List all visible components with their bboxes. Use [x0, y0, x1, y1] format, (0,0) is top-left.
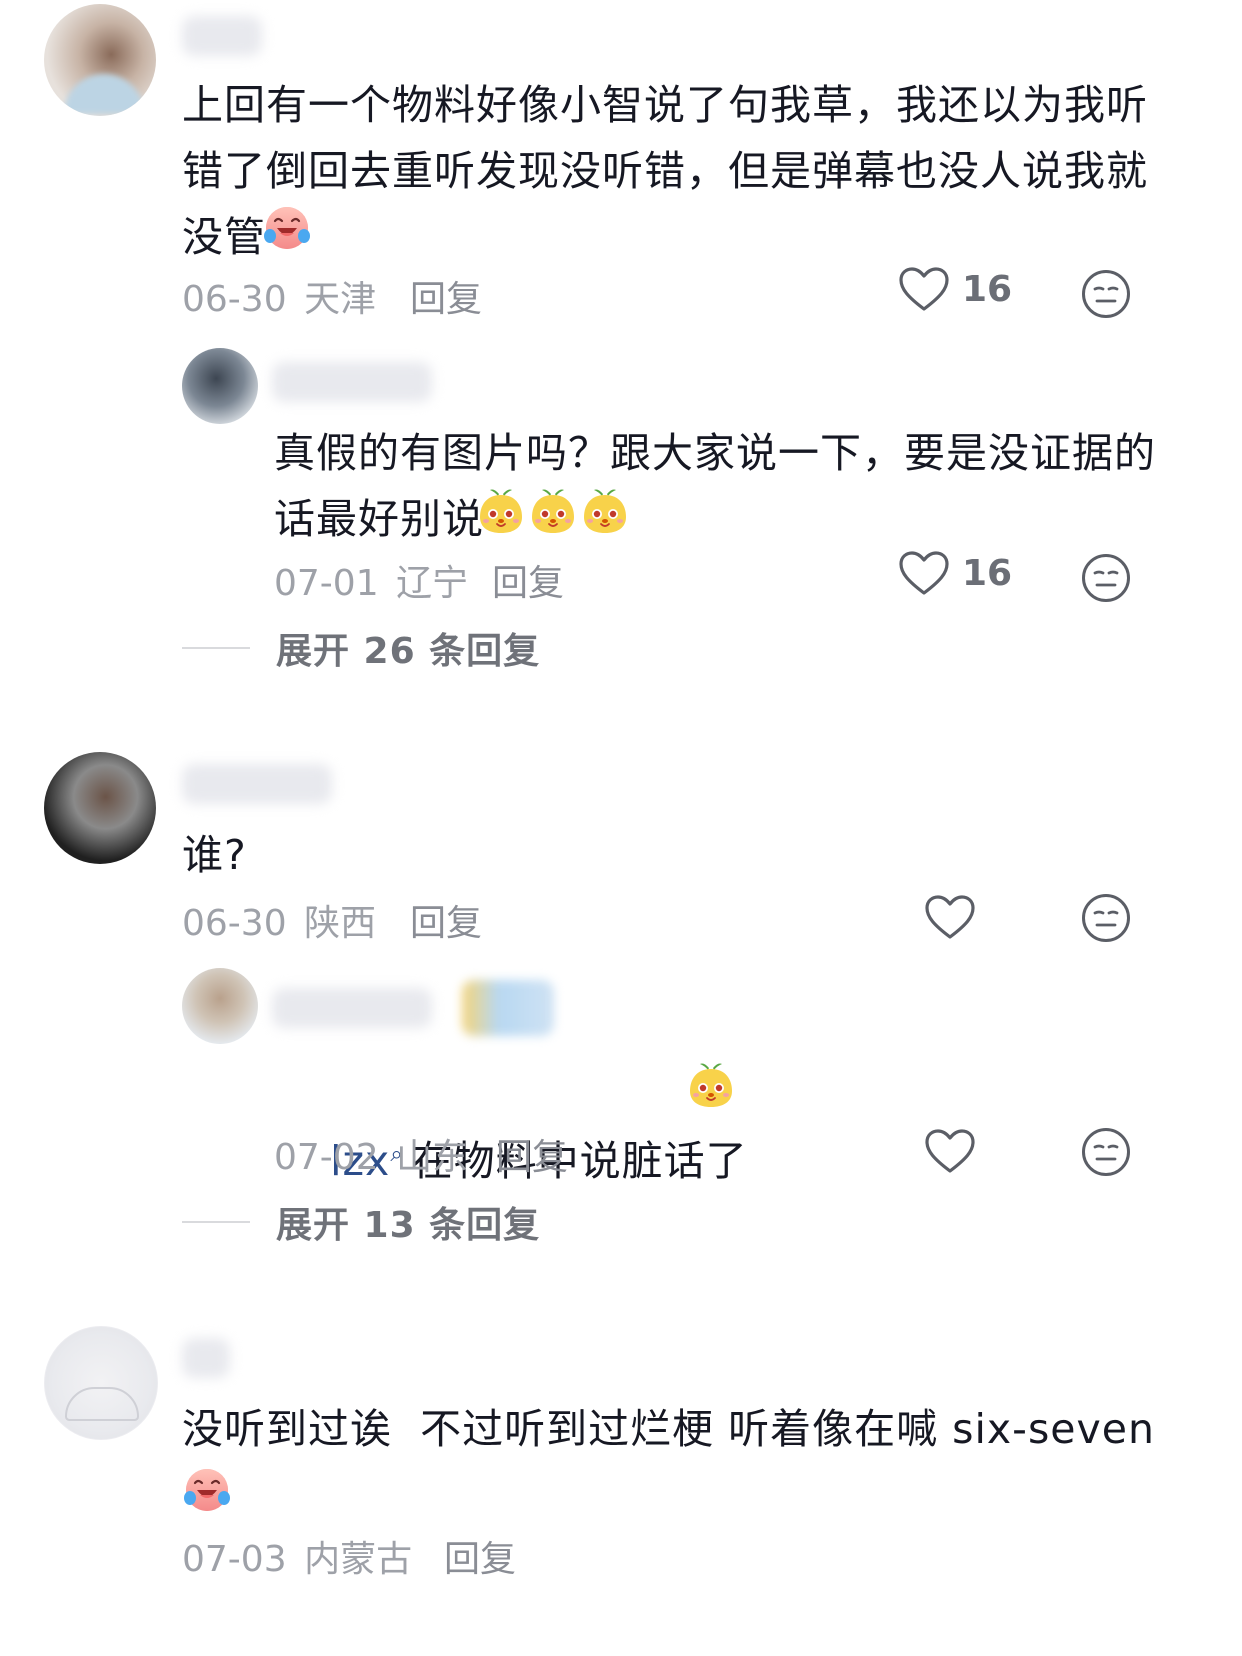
heart-outline-icon	[924, 1128, 976, 1174]
cute-sprout-emoji	[528, 486, 578, 536]
like-button[interactable]: 16	[898, 550, 1012, 596]
comment-text: 谁?	[182, 831, 247, 879]
meh-face-icon[interactable]	[1080, 552, 1132, 604]
heart-outline-icon	[898, 550, 950, 596]
badge-redacted	[462, 980, 554, 1036]
expand-replies-button[interactable]: 展开 13 条回复	[182, 1196, 540, 1248]
comment-meta: 07-03 内蒙古	[182, 1530, 412, 1582]
username-redacted[interactable]	[182, 1338, 230, 1378]
comment-location: 内蒙古	[304, 1539, 413, 1580]
laugh-cry-emoji	[262, 202, 312, 252]
heart-outline-icon	[924, 894, 976, 940]
comment-meta: 06-30 陕西	[182, 894, 376, 946]
comment-location: 陕西	[304, 903, 377, 944]
reply-text: 真假的有图片吗？跟大家说一下，要是没证据的 话最好别说	[274, 429, 1156, 543]
comment-meta: 06-30 天津	[182, 270, 376, 322]
meh-face-icon[interactable]	[1080, 268, 1132, 320]
expand-replies-button[interactable]: 展开 26 条回复	[182, 622, 540, 674]
watermark	[994, 1586, 1224, 1656]
reply-button[interactable]: 回复	[496, 1128, 568, 1180]
comment-date: 06-30	[182, 903, 287, 944]
reply-location: 辽宁	[396, 563, 469, 604]
like-count: 16	[962, 268, 1013, 310]
reply-date: 07-01	[274, 563, 379, 604]
comment-text: 上回有一个物料好像小智说了句我草，我还以为我听 错了倒回去重听发现没听错，但是弹…	[182, 81, 1148, 261]
avatar[interactable]	[44, 752, 156, 864]
reply-button[interactable]: 回复	[410, 894, 482, 946]
meh-face-icon[interactable]	[1080, 1126, 1132, 1178]
like-button[interactable]	[924, 1128, 976, 1174]
avatar[interactable]	[44, 4, 156, 116]
avatar[interactable]	[182, 968, 258, 1044]
like-button[interactable]	[924, 894, 976, 940]
username-redacted[interactable]	[272, 988, 432, 1028]
reply-meta: 07-02 山东	[274, 1128, 468, 1180]
username-redacted[interactable]	[182, 764, 332, 804]
avatar[interactable]	[44, 1326, 158, 1440]
heart-outline-icon	[898, 266, 950, 312]
expand-replies-label: 展开 26 条回复	[276, 631, 541, 672]
comment-date: 07-03	[182, 1539, 287, 1580]
like-button[interactable]: 16	[898, 266, 1012, 312]
username-redacted[interactable]	[272, 362, 432, 402]
avatar[interactable]	[182, 348, 258, 424]
emoji-group	[476, 486, 630, 536]
username-redacted[interactable]	[182, 16, 262, 56]
comment-location: 天津	[304, 279, 377, 320]
cute-sprout-emoji	[686, 1060, 736, 1110]
reply-button[interactable]: 回复	[410, 270, 482, 322]
divider	[182, 647, 250, 649]
divider	[182, 1221, 250, 1223]
comment-text: 没听到过诶 不过听到过烂梗 听着像在喊 six-seven	[182, 1405, 1155, 1453]
cute-sprout-emoji	[476, 486, 526, 536]
like-count: 16	[962, 552, 1013, 594]
cute-sprout-emoji	[580, 486, 630, 536]
reply-date: 07-02	[274, 1137, 379, 1178]
expand-replies-label: 展开 13 条回复	[276, 1205, 541, 1246]
laugh-cry-emoji	[182, 1464, 232, 1514]
reply-location: 山东	[396, 1137, 469, 1178]
meh-face-icon[interactable]	[1080, 892, 1132, 944]
reply-button[interactable]: 回复	[492, 554, 564, 606]
comment-date: 06-30	[182, 279, 287, 320]
reply-button[interactable]: 回复	[444, 1530, 516, 1582]
reply-meta: 07-01 辽宁	[274, 554, 468, 606]
